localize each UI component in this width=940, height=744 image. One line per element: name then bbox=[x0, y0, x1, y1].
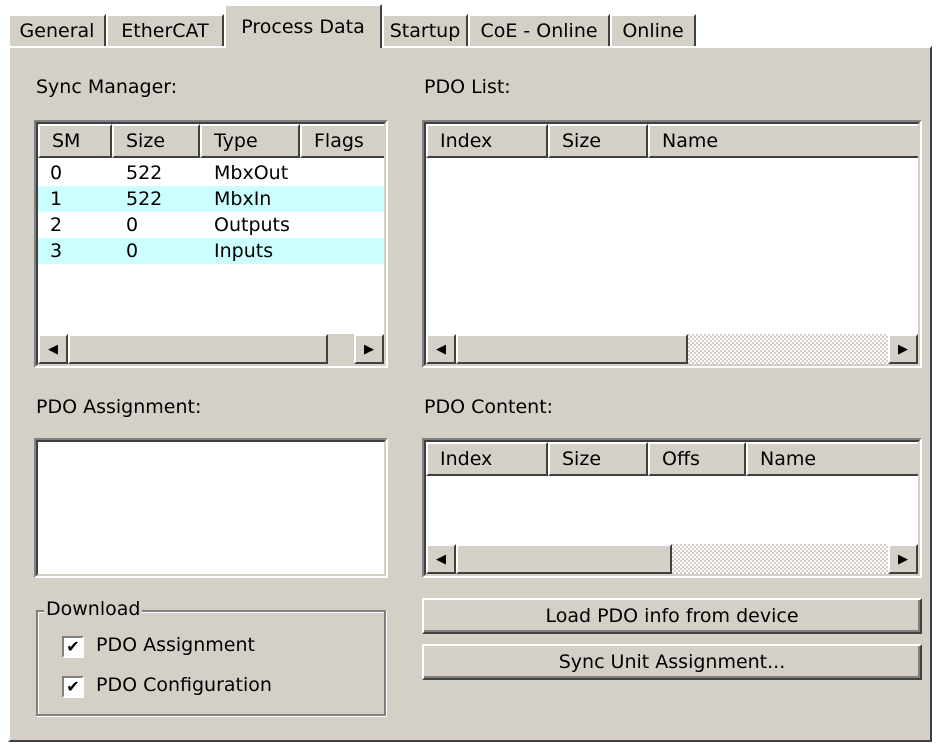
scroll-left-button[interactable]: ◀ bbox=[426, 334, 456, 364]
column-header-type[interactable]: Type bbox=[200, 124, 300, 158]
download-groupbox bbox=[36, 610, 386, 716]
tab-online-label: Online bbox=[622, 20, 684, 42]
checkmark-icon: ✔ bbox=[66, 637, 80, 656]
table-row[interactable]: 2 0 Outputs bbox=[38, 212, 384, 238]
pdo-list-label: PDO List: bbox=[424, 76, 511, 98]
scroll-right-button[interactable]: ▶ bbox=[354, 334, 384, 364]
cell-size: 0 bbox=[126, 214, 139, 236]
checkmark-icon: ✔ bbox=[66, 677, 80, 696]
tab-startup-label: Startup bbox=[389, 20, 461, 42]
pdo-assignment-list[interactable] bbox=[34, 438, 388, 578]
cell-size: 522 bbox=[126, 188, 163, 210]
column-header-offs[interactable]: Offs bbox=[648, 442, 746, 476]
tab-coe-online[interactable]: CoE - Online bbox=[468, 14, 610, 46]
tab-ethercat[interactable]: EtherCAT bbox=[106, 14, 224, 46]
column-header-name[interactable]: Name bbox=[648, 124, 920, 158]
table-row[interactable]: 1 522 MbxIn bbox=[38, 186, 384, 212]
download-group-label: Download bbox=[44, 598, 143, 620]
tab-general[interactable]: General bbox=[8, 14, 106, 46]
cell-type: MbxIn bbox=[214, 188, 272, 210]
sync-manager-label: Sync Manager: bbox=[36, 76, 178, 98]
column-header-size[interactable]: Size bbox=[112, 124, 200, 158]
pdo-configuration-checkbox-label[interactable]: PDO Configuration bbox=[96, 674, 272, 696]
horizontal-scrollbar[interactable]: ◀ ▶ bbox=[38, 334, 384, 364]
pdo-assignment-checkbox-label[interactable]: PDO Assignment bbox=[96, 634, 255, 656]
cell-size: 0 bbox=[126, 240, 139, 262]
table-row[interactable]: 0 522 MbxOut bbox=[38, 160, 384, 186]
scroll-right-button[interactable]: ▶ bbox=[888, 334, 918, 364]
arrow-right-icon: ▶ bbox=[898, 551, 908, 567]
scroll-right-button[interactable]: ▶ bbox=[888, 544, 918, 574]
cell-type: Outputs bbox=[214, 214, 290, 236]
load-pdo-info-button-label: Load PDO info from device bbox=[545, 605, 799, 627]
scroll-left-button[interactable]: ◀ bbox=[38, 334, 68, 364]
arrow-left-icon: ◀ bbox=[436, 341, 446, 357]
cell-sm: 2 bbox=[50, 214, 63, 236]
arrow-right-icon: ▶ bbox=[364, 341, 374, 357]
tab-startup[interactable]: Startup bbox=[382, 14, 468, 46]
tab-general-label: General bbox=[19, 20, 95, 42]
table-row[interactable]: 3 0 Inputs bbox=[38, 238, 384, 264]
cell-type: Inputs bbox=[214, 240, 274, 262]
tab-ethercat-label: EtherCAT bbox=[121, 20, 209, 42]
scrollbar-thumb[interactable] bbox=[456, 544, 672, 574]
cell-sm: 3 bbox=[50, 240, 63, 262]
cell-size: 522 bbox=[126, 162, 163, 184]
scrollbar-thumb[interactable] bbox=[68, 334, 328, 364]
horizontal-scrollbar[interactable]: ◀ ▶ bbox=[426, 544, 918, 574]
column-header-size[interactable]: Size bbox=[548, 124, 648, 158]
pdo-content-label: PDO Content: bbox=[424, 396, 554, 418]
sync-manager-list[interactable]: SM Size Type Flags 0 522 MbxOut 1 522 Mb… bbox=[34, 120, 388, 368]
sync-unit-assignment-button-label: Sync Unit Assignment... bbox=[558, 651, 786, 673]
arrow-left-icon: ◀ bbox=[436, 551, 446, 567]
sync-unit-assignment-button[interactable]: Sync Unit Assignment... bbox=[422, 644, 922, 680]
column-header-name[interactable]: Name bbox=[746, 442, 920, 476]
tab-coe-online-label: CoE - Online bbox=[480, 20, 598, 42]
column-header-sm[interactable]: SM bbox=[38, 124, 112, 158]
column-header-flags[interactable]: Flags bbox=[300, 124, 386, 158]
arrow-right-icon: ▶ bbox=[898, 341, 908, 357]
scroll-left-button[interactable]: ◀ bbox=[426, 544, 456, 574]
scrollbar-thumb[interactable] bbox=[456, 334, 688, 364]
tab-process-data[interactable]: Process Data bbox=[224, 4, 382, 48]
horizontal-scrollbar[interactable]: ◀ ▶ bbox=[426, 334, 918, 364]
column-header-index[interactable]: Index bbox=[426, 124, 548, 158]
tab-online[interactable]: Online bbox=[610, 14, 696, 46]
column-header-size[interactable]: Size bbox=[548, 442, 648, 476]
pdo-configuration-checkbox[interactable]: ✔ bbox=[62, 676, 84, 698]
pdo-list[interactable]: Index Size Name ◀ ▶ bbox=[422, 120, 922, 368]
tab-process-data-label: Process Data bbox=[241, 16, 365, 38]
load-pdo-info-button[interactable]: Load PDO info from device bbox=[422, 598, 922, 634]
pdo-content-list[interactable]: Index Size Offs Name ◀ ▶ bbox=[422, 438, 922, 578]
pdo-assignment-label: PDO Assignment: bbox=[36, 396, 202, 418]
pdo-assignment-checkbox[interactable]: ✔ bbox=[62, 636, 84, 658]
cell-sm: 0 bbox=[50, 162, 63, 184]
cell-sm: 1 bbox=[50, 188, 63, 210]
arrow-left-icon: ◀ bbox=[48, 341, 58, 357]
column-header-index[interactable]: Index bbox=[426, 442, 548, 476]
cell-type: MbxOut bbox=[214, 162, 289, 184]
